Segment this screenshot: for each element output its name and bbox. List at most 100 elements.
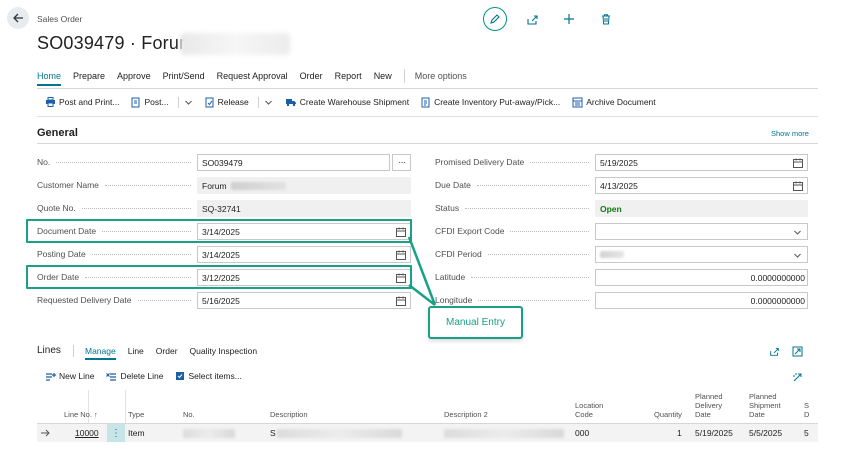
col-description-2[interactable]: Description 2	[444, 410, 488, 419]
chevron-down-icon[interactable]	[184, 98, 193, 107]
back-button[interactable]	[7, 7, 29, 29]
tab-line[interactable]: Line	[128, 346, 144, 356]
create-inventory-putaway-button[interactable]: Create Inventory Put-away/Pick...	[421, 97, 560, 108]
post-document-icon	[131, 97, 140, 107]
quote-no-field: SQ-32741	[197, 200, 411, 217]
lines-grid-header: Line No. ↑ Type No. Description Descript…	[37, 390, 818, 423]
toolbar-divider	[177, 96, 179, 108]
share-button[interactable]	[520, 7, 544, 31]
tab-manage[interactable]: Manage	[85, 346, 116, 360]
delete-button[interactable]	[594, 7, 618, 31]
redacted-text	[600, 251, 624, 258]
col-no[interactable]: No.	[183, 410, 195, 419]
post-and-print-label: Post and Print...	[59, 97, 120, 107]
truncated-cell[interactable]: 5	[804, 428, 809, 438]
field-label-customer-name: Customer Name	[37, 180, 197, 190]
planned-shipment-date-cell[interactable]: 5/5/2025	[749, 428, 782, 438]
col-type[interactable]: Type	[128, 410, 144, 419]
promised-delivery-date-value: 5/19/2025	[600, 157, 638, 168]
archive-document-button[interactable]: Archive Document	[572, 97, 656, 108]
field-label-longitude: Longitude	[435, 295, 595, 305]
menu-request-approval[interactable]: Request Approval	[217, 71, 288, 81]
arrow-right-icon	[41, 429, 50, 437]
planned-delivery-date-cell[interactable]: 5/19/2025	[695, 428, 733, 438]
chevron-down-icon[interactable]	[264, 98, 273, 107]
col-location-code[interactable]: Location Code	[575, 401, 609, 419]
create-warehouse-shipment-button[interactable]: Create Warehouse Shipment	[285, 97, 409, 107]
manual-entry-callout: Manual Entry	[428, 306, 523, 339]
lines-tabs: Manage Line Order Quality Inspection	[85, 346, 269, 360]
new-line-button[interactable]: New Line	[45, 371, 94, 381]
no-input[interactable]: SO039479	[197, 154, 390, 171]
share-icon[interactable]	[769, 346, 780, 357]
due-date-input[interactable]: 4/13/2025	[595, 177, 808, 194]
field-label-cfdi-period: CFDI Period	[435, 249, 595, 259]
release-button[interactable]: Release	[205, 97, 249, 108]
table-row[interactable]: 10000 ⋮ Item S 000 1 5/19/2025 5/5/2025 …	[37, 424, 818, 442]
requested-delivery-date-input[interactable]: 5/16/2025	[197, 292, 411, 309]
new-line-label: New Line	[59, 371, 95, 381]
menu-home[interactable]: Home	[37, 71, 62, 86]
calendar-icon[interactable]	[793, 181, 803, 191]
expand-icon[interactable]	[792, 346, 803, 357]
quantity-cell[interactable]: 1	[677, 428, 682, 438]
action-menu: Home Prepare Approve Print/Send Request …	[37, 66, 479, 86]
col-planned-delivery-date[interactable]: Planned Delivery Date	[695, 392, 729, 419]
post-and-print-button[interactable]: Post and Print...	[45, 97, 119, 107]
create-inventory-putaway-label: Create Inventory Put-away/Pick...	[434, 97, 561, 107]
field-label-due-date: Due Date	[435, 180, 595, 190]
menu-divider	[403, 69, 405, 83]
arrow-left-icon	[13, 13, 23, 23]
new-button[interactable]	[557, 7, 581, 31]
latitude-input[interactable]: 0.0000000000	[595, 269, 808, 286]
chevron-down-icon	[794, 253, 801, 258]
type-cell[interactable]: Item	[128, 428, 145, 438]
row-actions-button[interactable]: ⋮	[107, 424, 125, 442]
menu-print-send[interactable]: Print/Send	[163, 71, 205, 81]
personalize-icon[interactable]	[792, 372, 803, 383]
promised-delivery-date-input[interactable]: 5/19/2025	[595, 154, 808, 171]
posting-date-input[interactable]: 3/14/2025	[197, 246, 411, 263]
edit-button[interactable]	[483, 7, 507, 31]
general-section-title[interactable]: General	[37, 127, 78, 139]
field-label-promised-delivery-date: Promised Delivery Date	[435, 157, 595, 167]
redacted-customer-name	[180, 33, 290, 55]
customer-name-field: Forum	[197, 177, 411, 194]
due-date-value: 4/13/2025	[600, 180, 638, 191]
menu-new[interactable]: New	[374, 71, 392, 81]
menu-order[interactable]: Order	[300, 71, 323, 81]
cfdi-export-code-select[interactable]	[595, 223, 808, 240]
menu-prepare[interactable]: Prepare	[73, 71, 105, 81]
tab-quality-inspection[interactable]: Quality Inspection	[190, 346, 258, 356]
archive-document-label: Archive Document	[586, 97, 656, 107]
col-truncated[interactable]: S D	[804, 401, 810, 419]
tab-order[interactable]: Order	[156, 346, 178, 356]
col-quantity[interactable]: Quantity	[654, 410, 682, 419]
field-label-posting-date: Posting Date	[37, 249, 197, 259]
more-options-button[interactable]: More options	[415, 71, 467, 81]
menu-report[interactable]: Report	[335, 71, 362, 81]
requested-delivery-date-value: 5/16/2025	[202, 295, 240, 306]
printer-icon	[46, 97, 55, 107]
new-line-icon	[46, 372, 56, 381]
select-items-button[interactable]: Select items...	[175, 371, 242, 381]
release-label: Release	[217, 97, 249, 107]
lines-section-title[interactable]: Lines	[37, 345, 61, 356]
description-cell[interactable]: S	[270, 428, 276, 438]
post-label: Post...	[144, 97, 169, 107]
line-no-cell[interactable]: 10000	[75, 428, 99, 438]
delete-line-button[interactable]: Delete Line	[106, 371, 163, 381]
longitude-input[interactable]: 0.0000000000	[595, 292, 808, 309]
no-assist-button[interactable]: ···	[392, 154, 411, 171]
col-planned-shipment-date[interactable]: Planned Shipment Date	[749, 392, 789, 419]
calendar-icon[interactable]	[793, 158, 803, 168]
show-more-link[interactable]: Show more	[771, 129, 809, 138]
trash-icon	[602, 14, 610, 25]
cfdi-period-select[interactable]	[595, 246, 808, 263]
post-button[interactable]: Post...	[131, 97, 169, 108]
menu-approve[interactable]: Approve	[117, 71, 151, 81]
lines-divider	[73, 345, 74, 357]
col-line-no[interactable]: Line No. ↑	[64, 410, 98, 419]
col-description[interactable]: Description	[270, 410, 308, 419]
location-code-cell[interactable]: 000	[575, 428, 589, 438]
